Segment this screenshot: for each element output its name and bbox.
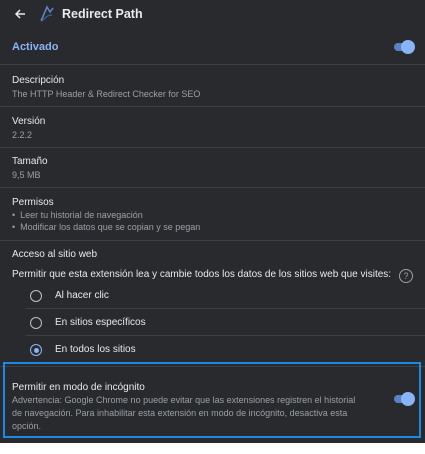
divider — [0, 187, 425, 188]
radio-label-on-click[interactable]: Al hacer clic — [55, 290, 109, 301]
version-title: Versión — [12, 116, 46, 127]
extension-logo-icon — [38, 3, 56, 23]
back-arrow-icon[interactable] — [12, 6, 28, 22]
divider — [0, 106, 425, 107]
radio-specific-sites[interactable] — [30, 317, 42, 329]
site-access-description: Permitir que esta extensión lea y cambie… — [12, 269, 392, 280]
size-title: Tamaño — [12, 156, 48, 167]
incognito-highlight-box — [3, 362, 421, 438]
description-value: The HTTP Header & Redirect Checker for S… — [12, 89, 201, 99]
divider — [0, 147, 425, 148]
help-icon[interactable]: ? — [399, 269, 413, 283]
divider — [26, 335, 425, 336]
header: Redirect Path — [0, 0, 425, 28]
divider — [0, 240, 425, 241]
permission-item: • Modificar los datos que se copian y se … — [12, 222, 201, 232]
size-value: 9,5 MB — [12, 170, 41, 180]
version-value: 2.2.2 — [12, 130, 33, 140]
radio-label-specific-sites[interactable]: En sitios específicos — [55, 317, 146, 328]
site-access-title: Acceso al sitio web — [12, 249, 98, 260]
page-title: Redirect Path — [62, 7, 143, 21]
divider — [0, 64, 425, 65]
description-title: Descripción — [12, 75, 65, 86]
toggle-knob — [401, 40, 415, 54]
divider — [26, 308, 425, 309]
permission-item-text: Leer tu historial de navegación — [20, 210, 143, 220]
radio-label-all-sites[interactable]: En todos los sitios — [55, 344, 136, 355]
enabled-label: Activado — [12, 41, 59, 53]
permission-item-text: Modificar los datos que se copian y se p… — [20, 222, 201, 232]
permission-item: • Leer tu historial de navegación — [12, 210, 143, 220]
enabled-toggle[interactable] — [392, 40, 415, 54]
permissions-title: Permisos — [12, 197, 54, 208]
radio-all-sites[interactable] — [30, 344, 42, 356]
radio-on-click[interactable] — [30, 290, 42, 302]
